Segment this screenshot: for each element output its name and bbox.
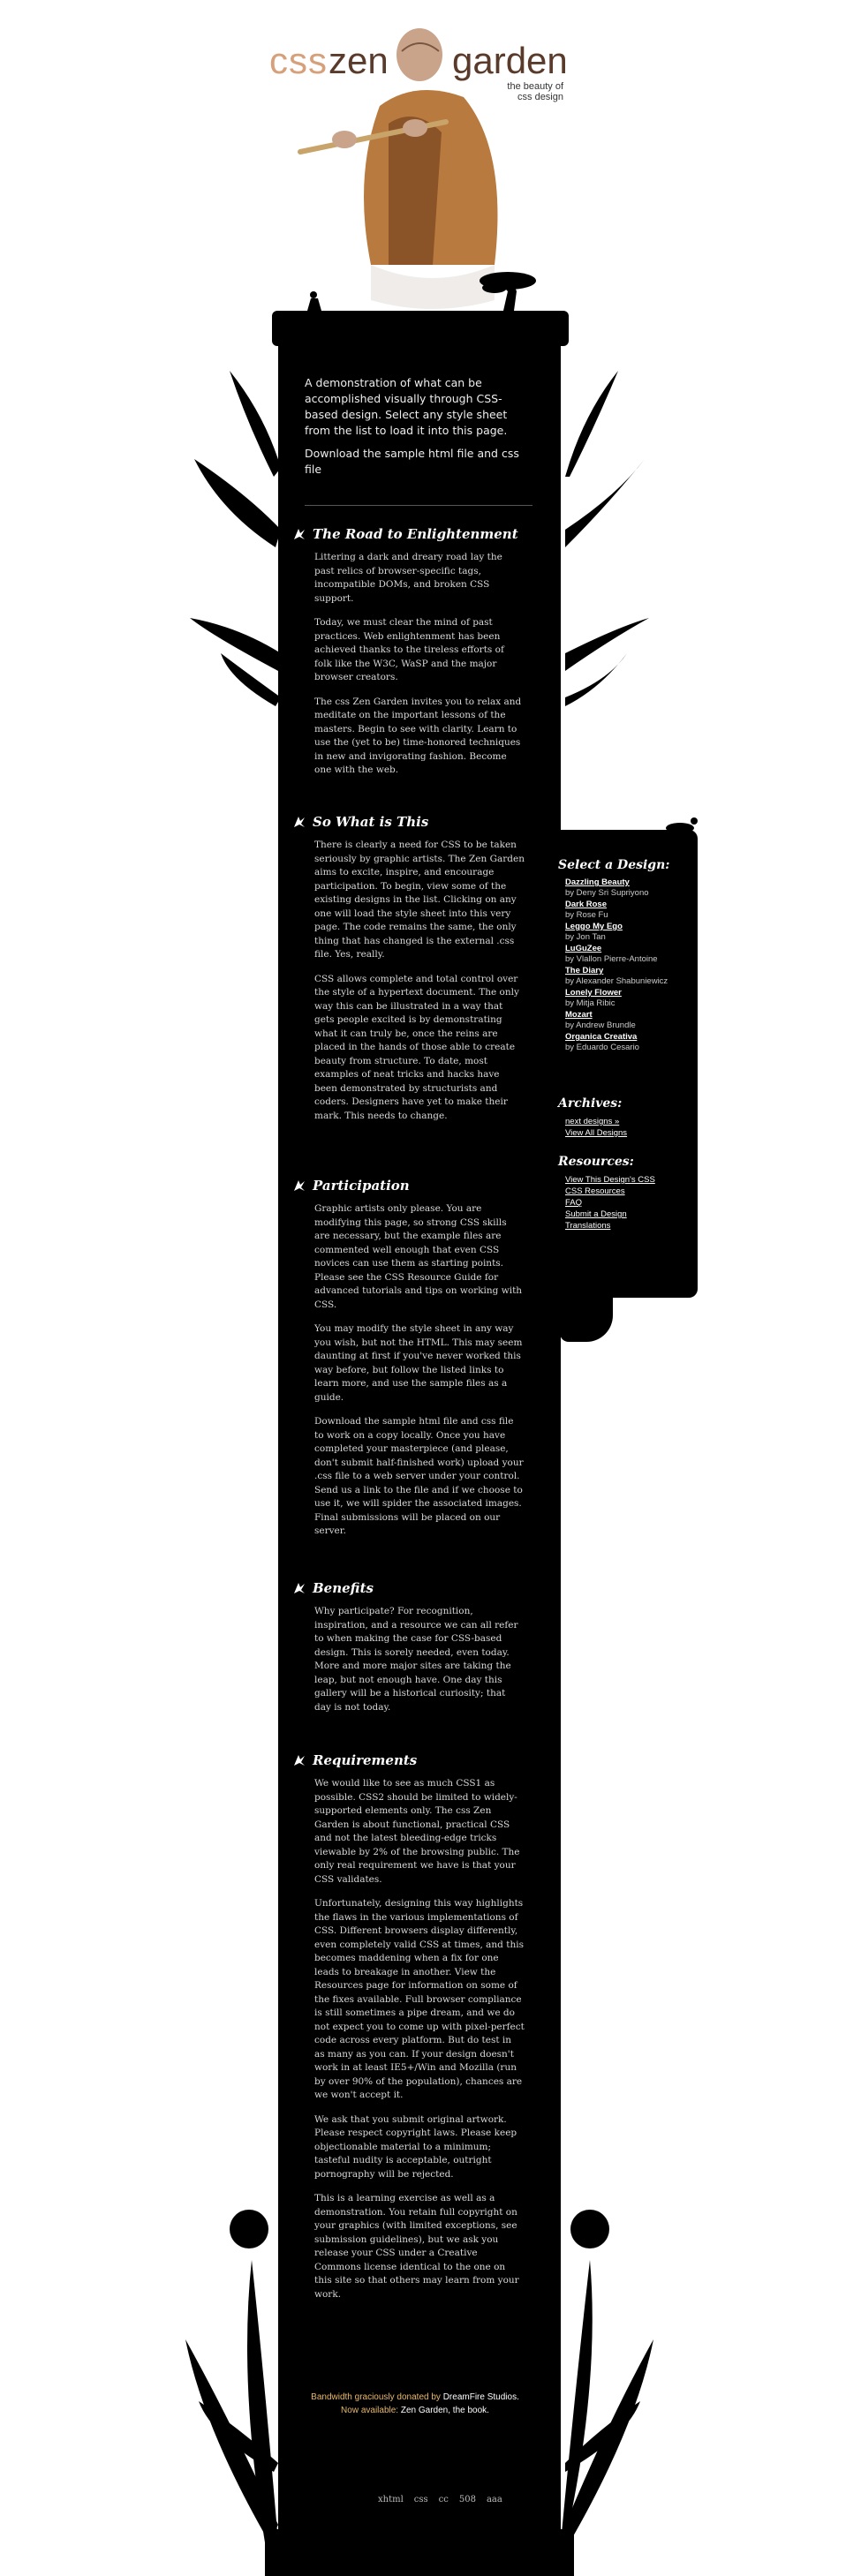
divider — [305, 505, 532, 506]
tagline: the beauty of css design — [507, 81, 563, 102]
resources-title: Resources: — [558, 1155, 634, 1169]
section-paragraph: This is a learning exercise as well as a… — [314, 2193, 519, 2300]
grass-left-bottom — [185, 2210, 278, 2542]
view-all-designs-link[interactable]: View All Designs — [558, 1127, 691, 1139]
section-paragraph: There is clearly a need for CSS to be ta… — [314, 840, 525, 960]
page: { "header": { "logo_css": "css", "logo_z… — [0, 0, 861, 2576]
section-glyph-icon — [291, 1178, 307, 1194]
section-requirements: Requirements We would like to see as muc… — [291, 1752, 539, 2312]
section-paragraph: We would like to see as much CSS1 as pos… — [314, 1778, 520, 1885]
design-link[interactable]: Organica Creativa — [565, 1032, 691, 1043]
design-list: Dazzling Beauty by Deny Sri Supriyono Dar… — [558, 877, 691, 1053]
list-item: Leggo My Ego by Jon Tan — [565, 922, 691, 943]
section-title: So What is This — [313, 814, 429, 830]
design-author: by Deny Sri Supriyono — [565, 888, 649, 898]
design-link[interactable]: The Diary — [565, 966, 691, 976]
section-glyph-icon — [291, 1580, 307, 1596]
design-link[interactable]: Mozart — [565, 1010, 691, 1021]
submit-design-link[interactable]: Submit a Design — [558, 1209, 691, 1220]
list-item: Dazzling Beauty by Deny Sri Supriyono — [565, 877, 691, 899]
column-bottom — [265, 2529, 574, 2576]
grass-left-top — [190, 371, 281, 706]
intro-summary: A demonstration of what can be accomplis… — [305, 376, 508, 437]
design-author: by Rose Fu — [565, 910, 608, 920]
logo-garden: garden — [452, 40, 568, 81]
list-item: Organica Creativa by Eduardo Cesario — [565, 1032, 691, 1053]
view-design-css-link[interactable]: View This Design's CSS — [558, 1174, 691, 1186]
grass-right-top — [565, 371, 649, 706]
section-paragraph: Unfortunately, designing this way highli… — [314, 1898, 525, 2100]
logo-zen: zen — [329, 40, 389, 81]
css-resources-link[interactable]: CSS Resources — [558, 1186, 691, 1197]
intro: A demonstration of what can be accomplis… — [305, 375, 534, 485]
section-paragraph: Why participate? For recognition, inspir… — [314, 1606, 518, 1713]
design-link[interactable]: LuGuZee — [565, 944, 691, 954]
section-title: Benefits — [313, 1580, 374, 1596]
section-paragraph: You may modify the style sheet in any wa… — [314, 1323, 523, 1403]
validator-cc-link[interactable]: cc — [439, 2495, 449, 2505]
logo-css: css — [269, 40, 328, 81]
design-selection: Select a Design: Dazzling Beauty by Deny … — [558, 858, 691, 1054]
validator-aaa-link[interactable]: aaa — [487, 2495, 502, 2505]
list-item: Mozart by Andrew Brundle — [565, 1010, 691, 1031]
resources: Resources: View This Design's CSS CSS Re… — [558, 1155, 691, 1232]
section-title: The Road to Enlightenment — [313, 526, 518, 542]
section-paragraph: Download the sample html file and css fi… — [314, 1416, 524, 1536]
section-participation: Participation Graphic artists only pleas… — [291, 1178, 539, 1549]
sidebar-tail — [560, 1271, 613, 1342]
footer: Bandwidth graciously donated by DreamFir… — [305, 2391, 525, 2417]
section-paragraph: Today, we must clear the mind of past pr… — [314, 617, 504, 682]
design-link[interactable]: Leggo My Ego — [565, 922, 691, 932]
design-author: by Eduardo Cesario — [565, 1043, 639, 1052]
section-paragraph: We ask that you submit original artwork.… — [314, 2113, 517, 2180]
sitting-figure-icon — [307, 291, 321, 311]
section-so-what-is-this: So What is This There is clearly a need … — [291, 814, 539, 1134]
section-title: Participation — [313, 1178, 410, 1194]
list-item: Dark Rose by Rose Fu — [565, 900, 691, 921]
design-author: by Vlallon Pierre-Antoine — [565, 954, 658, 964]
bonsai-tree-icon — [480, 272, 536, 311]
book-link[interactable]: Zen Garden, the book. — [401, 2406, 489, 2415]
section-paragraph: CSS allows complete and total control ov… — [314, 973, 519, 1121]
translations-link[interactable]: Translations — [558, 1220, 691, 1232]
design-link[interactable]: Lonely Flower — [565, 988, 691, 998]
next-designs-link[interactable]: next designs » — [558, 1116, 691, 1127]
now-available: Now available: — [341, 2406, 399, 2415]
section-title: Requirements — [313, 1752, 418, 1768]
design-author: by Jon Tan — [565, 932, 606, 942]
section-road-to-enlightenment: The Road to Enlightenment Littering a da… — [291, 526, 539, 788]
faq-link[interactable]: FAQ — [558, 1197, 691, 1209]
section-paragraph: The css Zen Garden invites you to relax … — [314, 696, 522, 776]
design-link[interactable]: Dark Rose — [565, 900, 691, 910]
grass-right-bottom — [561, 2210, 653, 2542]
bandwidth-prefix: Bandwidth graciously donated by — [311, 2392, 441, 2402]
list-item: The Diary by Alexander Shabuniewicz — [565, 966, 691, 987]
design-link[interactable]: Dazzling Beauty — [565, 877, 691, 888]
list-item: Lonely Flower by Mitja Ribic — [565, 988, 691, 1009]
section-glyph-icon — [291, 814, 307, 830]
bandwidth-host-link[interactable]: DreamFire Studios. — [443, 2392, 519, 2402]
validator-xhtml-link[interactable]: xhtml — [378, 2495, 404, 2505]
section-benefits: Benefits Why participate? For recognitio… — [291, 1580, 539, 1725]
validator-508-link[interactable]: 508 — [459, 2495, 476, 2505]
validator-css-link[interactable]: css — [414, 2495, 428, 2505]
design-author: by Andrew Brundle — [565, 1021, 636, 1030]
list-item: LuGuZee by Vlallon Pierre-Antoine — [565, 944, 691, 965]
design-author: by Mitja Ribic — [565, 998, 616, 1008]
design-author: by Alexander Shabuniewicz — [565, 976, 668, 986]
section-paragraph: Littering a dark and dreary road lay the… — [314, 552, 502, 604]
archives-title: Archives: — [558, 1096, 623, 1111]
validator-links: xhtml css cc 508 aaa — [378, 2495, 502, 2505]
intro-download[interactable]: Download the sample html file and css fi… — [305, 446, 534, 478]
section-glyph-icon — [291, 526, 307, 542]
archives: Archives: next designs » View All Design… — [558, 1096, 691, 1139]
select-design-title: Select a Design: — [558, 858, 670, 872]
section-paragraph: Graphic artists only please. You are mod… — [314, 1203, 523, 1310]
section-glyph-icon — [291, 1752, 307, 1768]
